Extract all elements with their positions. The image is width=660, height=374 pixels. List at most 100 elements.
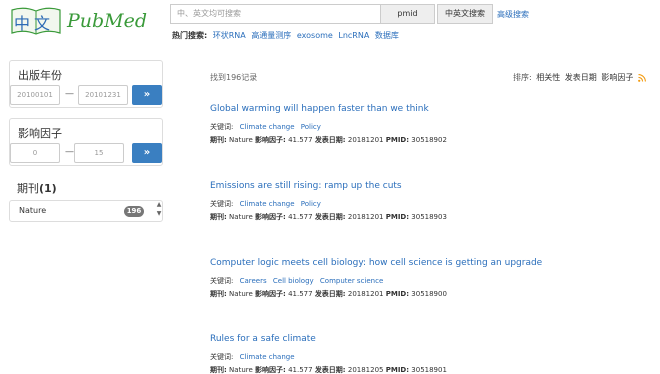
impact-value: 41.577 [288, 366, 313, 374]
impact-value: 41.577 [288, 290, 313, 298]
hot-tag[interactable]: 环状RNA [213, 31, 246, 40]
keyword-link[interactable]: Climate change [240, 200, 295, 208]
year-filter-go-button[interactable]: » [132, 85, 162, 105]
date-label: 发表日期: [314, 366, 346, 374]
hot-tag[interactable]: exosome [297, 31, 333, 40]
keyword-link[interactable]: Computer science [320, 277, 383, 285]
date-value: 20181201 [347, 290, 384, 298]
impact-label: 影响因子: [255, 366, 286, 374]
sort-relevance[interactable]: 相关性 [536, 73, 560, 82]
keyword-link[interactable]: Climate change [240, 123, 295, 131]
result-item: Emissions are still rising: ramp up the … [210, 181, 650, 222]
sort-label: 排序: [513, 73, 532, 82]
impact-label: 影响因子: [255, 136, 286, 144]
logo[interactable]: 中文 PubMed [10, 4, 147, 40]
rss-icon[interactable] [638, 74, 646, 82]
year-filter-panel: 出版年份 20100101 — 20101231 » [9, 60, 163, 108]
hot-tag[interactable]: 数据库 [375, 31, 399, 40]
journal-value: Nature [229, 290, 253, 298]
result-title[interactable]: Emissions are still rising: ramp up the … [210, 181, 650, 191]
range-dash: — [65, 89, 74, 99]
result-item: Computer logic meets cell biology: how c… [210, 258, 650, 299]
keywords-label: 关键词: [210, 353, 234, 361]
cn-en-search-button[interactable]: 中英文搜索 [437, 4, 493, 24]
result-meta: 期刊: Nature 影响因子: 41.577 发表日期: 20181205 P… [210, 365, 650, 374]
journal-name: Nature [19, 206, 47, 215]
pmid-value: 30518900 [411, 290, 447, 298]
journal-value: Nature [229, 136, 253, 144]
journal-filter-count: (1) [39, 182, 57, 195]
year-filter-title: 出版年份 [18, 69, 62, 82]
impact-label: 影响因子: [255, 213, 286, 221]
pmid-value: 30518901 [411, 366, 447, 374]
journal-value: Nature [229, 213, 253, 221]
logo-brand-text: PubMed [67, 10, 148, 32]
keyword-link[interactable]: Careers [240, 277, 267, 285]
impact-from-input[interactable]: 0 [10, 143, 60, 163]
year-to-input[interactable]: 20101231 [78, 85, 128, 105]
hot-searches: 热门搜索: 环状RNA 高通量测序 exosome LncRNA 数据库 [172, 30, 399, 41]
date-label: 发表日期: [314, 290, 346, 298]
result-item: Rules for a safe climate 关键词: Climate ch… [210, 334, 650, 374]
sort-date[interactable]: 发表日期 [565, 73, 597, 82]
date-label: 发表日期: [314, 136, 346, 144]
journal-label: 期刊: [210, 290, 227, 298]
scroll-up-icon[interactable]: ▲ [155, 200, 163, 209]
journal-list-scrollbar[interactable]: ▲ ▼ [155, 200, 163, 222]
hot-searches-label: 热门搜索: [172, 31, 208, 40]
keywords-label: 关键词: [210, 200, 234, 208]
impact-value: 41.577 [288, 213, 313, 221]
search-input[interactable]: 中、英文均可搜索 [170, 4, 380, 24]
result-keywords: 关键词: Climate change Policy [210, 199, 650, 209]
range-dash: — [65, 147, 74, 157]
impact-value: 41.577 [288, 136, 313, 144]
result-count: 找到196记录 [210, 73, 258, 82]
keyword-link[interactable]: Policy [301, 200, 321, 208]
sort-impact[interactable]: 影响因子 [601, 73, 633, 82]
journal-label: 期刊: [210, 366, 227, 374]
keyword-link[interactable]: Policy [301, 123, 321, 131]
journal-label: 期刊: [210, 213, 227, 221]
keywords-label: 关键词: [210, 123, 234, 131]
advanced-search-link[interactable]: 高级搜索 [497, 9, 529, 20]
result-meta: 期刊: Nature 影响因子: 41.577 发表日期: 20181201 P… [210, 289, 650, 299]
keyword-link[interactable]: Cell biology [273, 277, 314, 285]
impact-filter-panel: 影响因子 0 — 15 » [9, 118, 163, 166]
pmid-value: 30518902 [411, 136, 447, 144]
date-value: 20181201 [347, 136, 384, 144]
pmid-search-button[interactable]: pmid [380, 4, 435, 24]
result-keywords: 关键词: Climate change [210, 352, 650, 362]
result-keywords: 关键词: Climate change Policy [210, 122, 650, 132]
impact-to-input[interactable]: 15 [74, 143, 124, 163]
hot-tag[interactable]: 高通量测序 [251, 31, 291, 40]
impact-filter-go-button[interactable]: » [132, 143, 162, 163]
keywords-label: 关键词: [210, 277, 234, 285]
journal-value: Nature [229, 366, 253, 374]
date-value: 20181201 [347, 213, 384, 221]
keyword-link[interactable]: Climate change [240, 353, 295, 361]
date-label: 发表日期: [314, 213, 346, 221]
pmid-label: PMID: [385, 213, 410, 221]
result-meta: 期刊: Nature 影响因子: 41.577 发表日期: 20181201 P… [210, 212, 650, 222]
pmid-value: 30518903 [411, 213, 447, 221]
result-item: Global warming will happen faster than w… [210, 104, 650, 145]
journal-label: 期刊: [210, 136, 227, 144]
hot-tag[interactable]: LncRNA [338, 31, 369, 40]
sort-options: 排序: 相关性 发表日期 影响因子 [513, 72, 633, 83]
pmid-label: PMID: [385, 290, 410, 298]
journal-filter-item[interactable]: Nature 196 [9, 200, 163, 222]
impact-label: 影响因子: [255, 290, 286, 298]
result-title[interactable]: Rules for a safe climate [210, 334, 650, 344]
year-from-input[interactable]: 20100101 [10, 85, 60, 105]
logo-cn-text: 中文 [14, 14, 55, 33]
pmid-label: PMID: [385, 366, 410, 374]
scroll-down-icon[interactable]: ▼ [155, 209, 163, 218]
result-keywords: 关键词: Careers Cell biology Computer scien… [210, 276, 650, 286]
result-title[interactable]: Global warming will happen faster than w… [210, 104, 650, 114]
journal-filter-label: 期刊 [17, 182, 39, 195]
result-meta: 期刊: Nature 影响因子: 41.577 发表日期: 20181201 P… [210, 135, 650, 145]
impact-filter-title: 影响因子 [18, 127, 62, 140]
pmid-label: PMID: [385, 136, 410, 144]
result-title[interactable]: Computer logic meets cell biology: how c… [210, 258, 650, 268]
journal-count-badge: 196 [124, 206, 144, 217]
